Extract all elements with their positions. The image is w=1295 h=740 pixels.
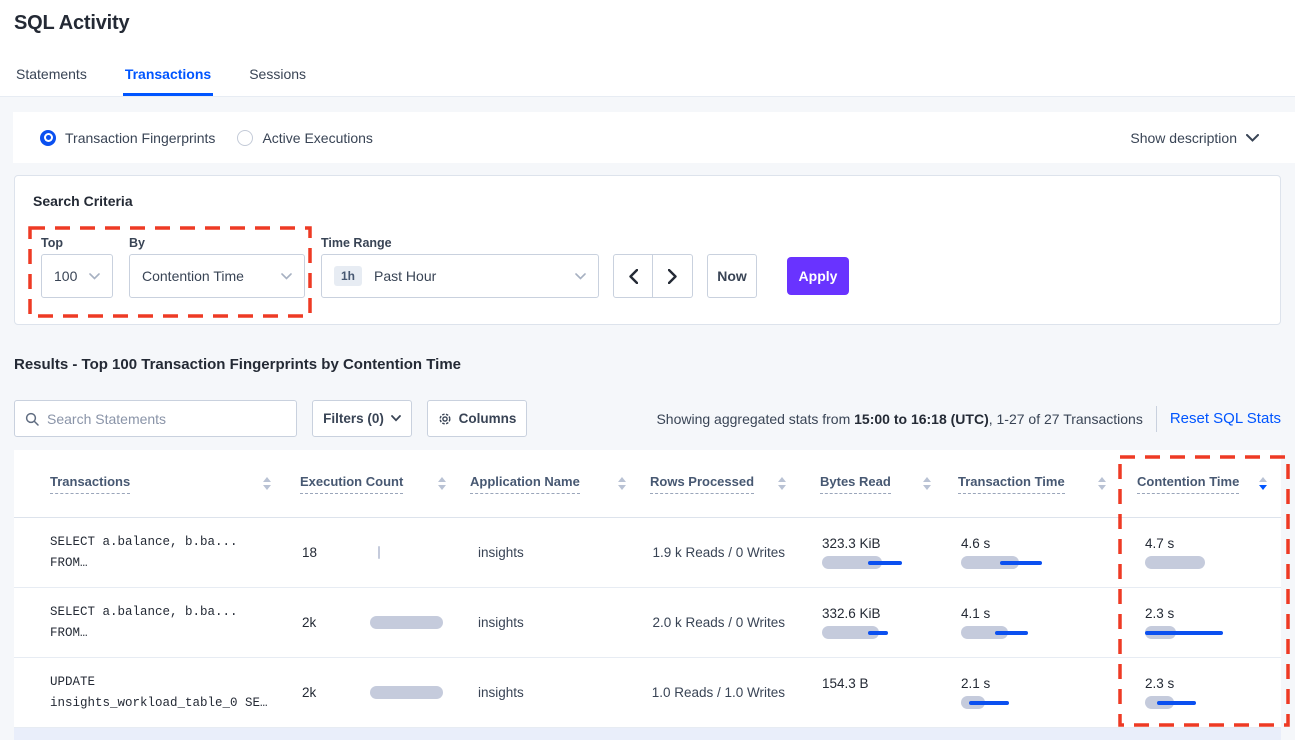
chevron-down-icon [89,273,100,280]
table-row[interactable]: SELECT a.balance, b.ba...FROM… 18 insigh… [14,518,1281,588]
reset-sql-stats-link[interactable]: Reset SQL Stats [1170,410,1281,427]
chevron-down-icon [391,415,401,422]
column-header-transaction-time[interactable]: Transaction Time [945,450,1120,517]
execution-count-cell: 18 [285,545,460,560]
transaction-time-bar [961,556,1071,569]
tab-transactions[interactable]: Transactions [123,57,213,96]
divider [1156,406,1157,432]
top-header: SQL Activity Statements Transactions Ses… [0,0,1295,97]
radio-selected-icon [40,130,56,146]
search-criteria-heading: Search Criteria [33,193,133,209]
application-name-cell: insights [460,615,640,630]
now-button[interactable]: Now [707,254,757,298]
transaction-time-bar [961,626,1071,639]
execution-count-cell: 2k [285,615,460,630]
table-header-row: Transactions Execution Count Application… [14,450,1281,518]
time-range-nav [613,254,693,298]
apply-button[interactable]: Apply [787,257,849,295]
tab-sessions[interactable]: Sessions [247,57,308,96]
execution-count-bar [370,616,448,629]
transaction-fingerprint-link[interactable]: UPDATEinsights_workload_table_0 SE… [50,672,285,714]
results-controls: Filters (0) Columns Showing aggregated s… [14,400,1281,437]
time-range-label: Time Range [321,236,392,250]
bytes-read-bar [822,696,932,709]
transactions-table: Transactions Execution Count Application… [14,450,1281,728]
search-statements-input[interactable] [47,411,286,427]
search-criteria-card: Search Criteria Top 100 By Contention Ti… [14,175,1281,325]
top-label: Top [41,236,63,250]
show-description-toggle[interactable]: Show description [1130,112,1259,163]
column-header-transactions[interactable]: Transactions [14,450,285,517]
search-statements-box [14,400,297,437]
next-row-peek [14,728,1281,740]
rows-processed-cell: 1.9 k Reads / 0 Writes [640,545,800,560]
contention-time-cell: 2.3 s [1120,676,1281,709]
execution-count-bar [370,686,448,699]
radio-unselected-icon [237,130,253,146]
sort-icon[interactable] [778,477,786,490]
sort-icon[interactable] [618,477,626,490]
bytes-read-cell: 323.3 KiB [800,536,945,569]
execution-count-cell: 2k [285,685,460,700]
columns-button[interactable]: Columns [427,400,527,437]
column-header-application-name[interactable]: Application Name [460,450,640,517]
sort-icon[interactable] [263,477,271,490]
chevron-right-icon [668,269,677,284]
previous-time-button[interactable] [613,254,653,298]
aggregated-stats-text: Showing aggregated stats from 15:00 to 1… [656,411,1142,427]
bytes-read-bar [822,556,932,569]
bytes-read-cell: 154.3 B [800,676,945,709]
filters-button[interactable]: Filters (0) [312,400,412,437]
contention-time-cell: 2.3 s [1120,606,1281,639]
rows-processed-cell: 2.0 k Reads / 0 Writes [640,615,800,630]
next-time-button[interactable] [653,254,693,298]
column-header-bytes-read[interactable]: Bytes Read [800,450,945,517]
time-range-select[interactable]: 1h Past Hour [321,254,599,298]
contention-time-cell: 4.7 s [1120,536,1281,569]
column-header-contention-time[interactable]: Contention Time [1120,450,1281,517]
page-title: SQL Activity [14,12,129,35]
contention-time-bar [1145,556,1255,569]
chevron-down-icon [575,273,586,280]
radio-transaction-fingerprints[interactable]: Transaction Fingerprints [40,130,215,146]
time-range-badge: 1h [334,266,362,286]
view-toggle-bar: Transaction Fingerprints Active Executio… [13,112,1295,163]
tab-statements[interactable]: Statements [14,57,89,96]
column-header-execution-count[interactable]: Execution Count [285,450,460,517]
top-select[interactable]: 100 [41,254,113,298]
bytes-read-cell: 332.6 KiB [800,606,945,639]
chevron-down-icon [1246,134,1259,142]
transaction-time-cell: 4.1 s [945,606,1120,639]
column-header-rows-processed[interactable]: Rows Processed [640,450,800,517]
sort-icon-active-desc[interactable] [1259,477,1267,490]
tab-bar: Statements Transactions Sessions [14,57,308,96]
application-name-cell: insights [460,685,640,700]
by-select[interactable]: Contention Time [129,254,305,298]
search-icon [25,412,39,426]
chevron-down-icon [281,273,292,280]
transaction-fingerprint-link[interactable]: SELECT a.balance, b.ba...FROM… [50,532,285,574]
by-label: By [129,236,145,250]
sort-icon[interactable] [923,477,931,490]
rows-processed-cell: 1.0 Reads / 1.0 Writes [640,685,800,700]
table-row[interactable]: SELECT a.balance, b.ba...FROM… 2k insigh… [14,588,1281,658]
sort-icon[interactable] [1098,477,1106,490]
contention-time-bar [1145,696,1255,709]
stats-area: Showing aggregated stats from 15:00 to 1… [656,400,1281,437]
transaction-fingerprint-link[interactable]: SELECT a.balance, b.ba...FROM… [50,602,285,644]
gear-icon [438,412,452,426]
transaction-time-bar [961,696,1071,709]
chevron-left-icon [629,269,638,284]
bytes-read-bar [822,626,932,639]
execution-count-bar [370,546,448,559]
sort-icon[interactable] [438,477,446,490]
results-heading: Results - Top 100 Transaction Fingerprin… [14,356,461,373]
application-name-cell: insights [460,545,640,560]
contention-time-bar [1145,626,1255,639]
radio-active-executions[interactable]: Active Executions [237,130,373,146]
transaction-time-cell: 4.6 s [945,536,1120,569]
transaction-time-cell: 2.1 s [945,676,1120,709]
table-row[interactable]: UPDATEinsights_workload_table_0 SE… 2k i… [14,658,1281,728]
